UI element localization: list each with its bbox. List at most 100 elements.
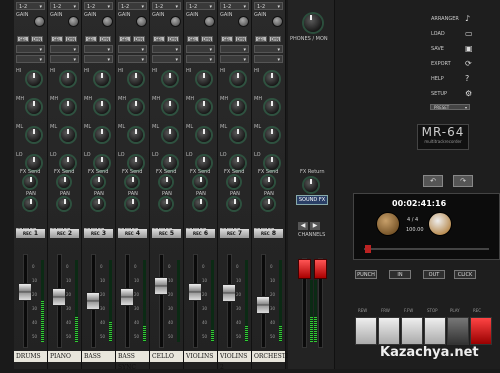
pan-knob[interactable] — [262, 198, 274, 210]
position-thumb[interactable] — [365, 245, 371, 253]
eq-mh-knob[interactable] — [61, 100, 75, 114]
stop-button[interactable] — [424, 317, 446, 345]
out-button[interactable]: OUT — [423, 270, 445, 279]
pan-knob[interactable] — [126, 198, 138, 210]
tempo-dial-right[interactable] — [428, 212, 452, 236]
channel-fader[interactable] — [52, 288, 66, 307]
eq-lo-knob[interactable] — [231, 156, 245, 170]
eq-mh-knob[interactable] — [197, 100, 211, 114]
channel-name[interactable]: BASS — [82, 351, 115, 362]
preset-selector[interactable]: PRESET ▾ — [430, 104, 470, 110]
fx-send-knob[interactable] — [126, 176, 138, 188]
eq-ml-knob[interactable] — [231, 128, 245, 142]
channels-next-button[interactable]: ▶ — [310, 222, 320, 230]
dyn-button[interactable]: DYN — [31, 36, 43, 42]
fx-selector[interactable]: ▾ — [152, 45, 181, 53]
channel-number[interactable]: REC 3 — [84, 229, 113, 238]
dyn-button[interactable]: DYN — [201, 36, 213, 42]
fx-send-knob[interactable] — [194, 176, 206, 188]
menu-help[interactable]: HELP — [431, 76, 444, 82]
gain-knob[interactable] — [34, 16, 45, 27]
insert-selector[interactable]: ▾ — [152, 55, 181, 63]
menu-setup[interactable]: SETUP — [431, 91, 447, 97]
tempo-dial-left[interactable] — [376, 212, 400, 236]
eq-lo-knob[interactable] — [95, 156, 109, 170]
eq-hi-knob[interactable] — [231, 72, 245, 86]
insert-selector[interactable]: ▾ — [84, 55, 113, 63]
channel-number[interactable]: REC 8 — [254, 229, 283, 238]
eq-mh-knob[interactable] — [163, 100, 177, 114]
gain-knob[interactable] — [102, 16, 113, 27]
insert-selector[interactable]: ▾ — [186, 55, 215, 63]
channel-number[interactable]: REC 6 — [186, 229, 215, 238]
menu-load[interactable]: LOAD — [431, 31, 445, 37]
eq-mh-knob[interactable] — [265, 100, 279, 114]
insert-selector[interactable]: ▾ — [220, 55, 249, 63]
input-selector[interactable]: 1-2 ▾ — [118, 2, 147, 10]
gain-knob[interactable] — [136, 16, 147, 27]
dyn-button[interactable]: DYN — [167, 36, 179, 42]
channel-number[interactable]: REC 5 — [152, 229, 181, 238]
input-selector[interactable]: 1-2 ▾ — [16, 2, 45, 10]
channel-name[interactable]: VIOLINS 2 — [218, 351, 251, 371]
menu-export[interactable]: EXPORT — [431, 61, 451, 67]
input-selector[interactable]: 1-2 ▾ — [84, 2, 113, 10]
sel-button[interactable]: SEL — [51, 36, 63, 42]
dyn-button[interactable]: DYN — [269, 36, 281, 42]
dyn-button[interactable]: DYN — [99, 36, 111, 42]
channel-fader[interactable] — [222, 284, 236, 303]
menu-save[interactable]: SAVE — [431, 46, 444, 52]
eq-mh-knob[interactable] — [231, 100, 245, 114]
channel-name[interactable]: DRUMS — [14, 351, 47, 362]
gain-knob[interactable] — [204, 16, 215, 27]
eq-ml-knob[interactable] — [197, 128, 211, 142]
gain-knob[interactable] — [272, 16, 283, 27]
eq-lo-knob[interactable] — [129, 156, 143, 170]
sel-button[interactable]: SEL — [153, 36, 165, 42]
channel-number[interactable]: REC 7 — [220, 229, 249, 238]
export-icon[interactable]: ⟳ — [465, 59, 472, 68]
eq-lo-knob[interactable] — [163, 156, 177, 170]
sel-button[interactable]: SEL — [119, 36, 131, 42]
load-icon[interactable]: ▭ — [465, 29, 473, 38]
eq-ml-knob[interactable] — [163, 128, 177, 142]
eq-hi-knob[interactable] — [129, 72, 143, 86]
pan-knob[interactable] — [228, 198, 240, 210]
input-selector[interactable]: 1-2 ▾ — [152, 2, 181, 10]
channel-fader[interactable] — [120, 288, 134, 307]
channel-fader[interactable] — [154, 276, 168, 295]
frw-button[interactable] — [378, 317, 400, 345]
channel-name[interactable]: ORCHESTRA — [252, 351, 295, 362]
pan-knob[interactable] — [194, 198, 206, 210]
setup-icon[interactable]: ⚙ — [465, 89, 472, 98]
undo-button[interactable]: ↶ — [423, 175, 443, 187]
eq-hi-knob[interactable] — [163, 72, 177, 86]
sel-button[interactable]: SEL — [187, 36, 199, 42]
eq-ml-knob[interactable] — [95, 128, 109, 142]
fx-selector[interactable]: ▾ — [50, 45, 79, 53]
sel-button[interactable]: SEL — [255, 36, 267, 42]
eq-hi-knob[interactable] — [27, 72, 41, 86]
eq-ml-knob[interactable] — [61, 128, 75, 142]
pan-knob[interactable] — [58, 198, 70, 210]
save-icon[interactable]: ▣ — [465, 44, 473, 53]
channel-fader[interactable] — [86, 292, 100, 310]
eq-lo-knob[interactable] — [61, 156, 75, 170]
gain-knob[interactable] — [170, 16, 181, 27]
fx-selector[interactable]: ▾ — [220, 45, 249, 53]
input-selector[interactable]: 1-2 ▾ — [254, 2, 283, 10]
rec-button[interactable] — [470, 317, 492, 345]
fx-send-knob[interactable] — [262, 176, 274, 188]
channel-number[interactable]: REC 2 — [50, 229, 79, 238]
channel-number[interactable]: REC 4 — [118, 229, 147, 238]
insert-selector[interactable]: ▾ — [50, 55, 79, 63]
help-icon[interactable]: ? — [465, 74, 469, 83]
input-selector[interactable]: 1-2 ▾ — [220, 2, 249, 10]
input-selector[interactable]: 1-2 ▾ — [186, 2, 215, 10]
ffw-button[interactable] — [401, 317, 423, 345]
eq-lo-knob[interactable] — [265, 156, 279, 170]
fx-send-knob[interactable] — [24, 176, 36, 188]
dyn-button[interactable]: DYN — [235, 36, 247, 42]
rew-button[interactable] — [355, 317, 377, 345]
pan-knob[interactable] — [24, 198, 36, 210]
